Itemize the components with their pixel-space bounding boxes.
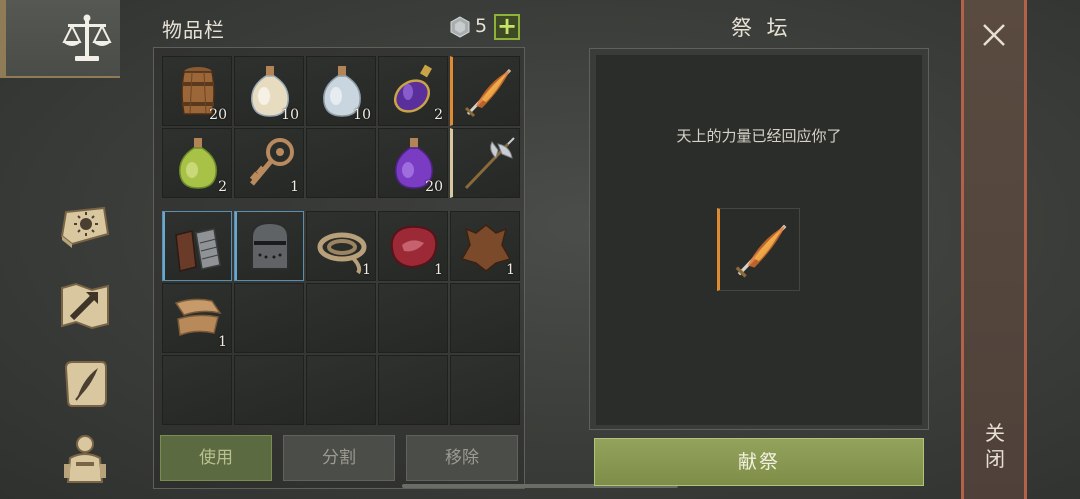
inventory-slot-leather-hide[interactable]: 1	[450, 211, 520, 281]
inventory-slot-gauntlets[interactable]	[162, 211, 232, 281]
use-button[interactable]: 使用	[160, 435, 272, 481]
inventory-slot-cloth[interactable]: 1	[162, 283, 232, 353]
inventory-slot-barrel[interactable]: 20	[162, 56, 232, 126]
inventory-slot-empty[interactable]	[234, 355, 304, 425]
gem-icon	[450, 16, 470, 38]
inventory-slot-potion-white[interactable]: 10	[234, 56, 304, 126]
inventory-slot-flaming-sword[interactable]	[450, 56, 520, 126]
active-tab-indicator	[0, 0, 6, 78]
item-quantity: 10	[281, 107, 299, 123]
flaming-sword-icon	[735, 224, 787, 278]
item-quantity: 20	[209, 107, 227, 123]
close-icon[interactable]	[977, 18, 1011, 52]
scroll-quill-icon	[64, 361, 107, 407]
remove-button[interactable]: 移除	[406, 435, 518, 481]
inventory-slot-potion-green[interactable]: 2	[162, 128, 232, 198]
side-navigation	[0, 0, 120, 499]
inventory-slot-raw-meat[interactable]: 1	[378, 211, 448, 281]
inventory-slot-potion-purple-ornate[interactable]: 2	[378, 56, 448, 126]
sun-book-icon	[60, 206, 110, 248]
nav-daily-journal-button[interactable]	[56, 198, 114, 256]
item-quantity: 1	[218, 334, 227, 350]
gem-count: 5	[475, 15, 488, 37]
map-icon	[61, 282, 109, 330]
inventory-slot-empty[interactable]	[450, 355, 520, 425]
inventory-slot-potion-purple[interactable]: 20	[378, 128, 448, 198]
inventory-slot-empty[interactable]	[306, 283, 376, 353]
inventory-slot-halberd[interactable]	[450, 128, 520, 198]
inventory-title: 物品栏	[162, 18, 225, 42]
inventory-slot-ornate-key[interactable]: 1	[234, 128, 304, 198]
altar-message: 天上的力量已经回应你了	[676, 127, 842, 145]
inventory-slot-empty[interactable]	[378, 283, 448, 353]
gauntlets-icon	[175, 228, 221, 272]
nav-quests-button[interactable]	[56, 354, 114, 412]
halberd-icon	[464, 137, 515, 190]
flaming-sword-icon	[464, 68, 512, 118]
inventory-slot-helmet[interactable]	[234, 211, 304, 281]
character-icon	[64, 435, 106, 483]
inventory-slot-rope[interactable]: 1	[306, 211, 376, 281]
nav-character-button[interactable]	[56, 430, 114, 488]
item-quantity: 1	[362, 262, 371, 278]
inventory-slot-empty[interactable]	[306, 355, 376, 425]
item-quantity: 2	[218, 179, 227, 195]
inventory-slot-empty[interactable]	[234, 283, 304, 353]
inventory-slot-empty[interactable]	[378, 355, 448, 425]
item-quantity: 10	[353, 107, 371, 123]
altar-title: 祭 坛	[731, 16, 792, 40]
offer-sacrifice-button[interactable]: 献祭	[594, 438, 924, 486]
inventory-slot-empty[interactable]	[162, 355, 232, 425]
split-button[interactable]: 分割	[283, 435, 395, 481]
altar-offering-slot[interactable]	[717, 208, 800, 291]
item-quantity: 1	[434, 262, 443, 278]
helmet-icon	[251, 221, 289, 270]
item-quantity: 1	[290, 179, 299, 195]
inventory-slot-empty[interactable]	[450, 283, 520, 353]
scales-icon	[58, 10, 116, 68]
inventory-slot-empty[interactable]	[306, 128, 376, 198]
close-label[interactable]: 关闭	[980, 420, 1010, 472]
nav-map-button[interactable]	[56, 276, 114, 334]
nav-tab-trade[interactable]	[0, 0, 120, 78]
inventory-slot-potion-clear[interactable]: 10	[306, 56, 376, 126]
item-quantity: 1	[506, 262, 515, 278]
add-gems-button[interactable]: +	[494, 14, 520, 40]
item-quantity: 2	[434, 107, 443, 123]
item-quantity: 20	[425, 179, 443, 195]
